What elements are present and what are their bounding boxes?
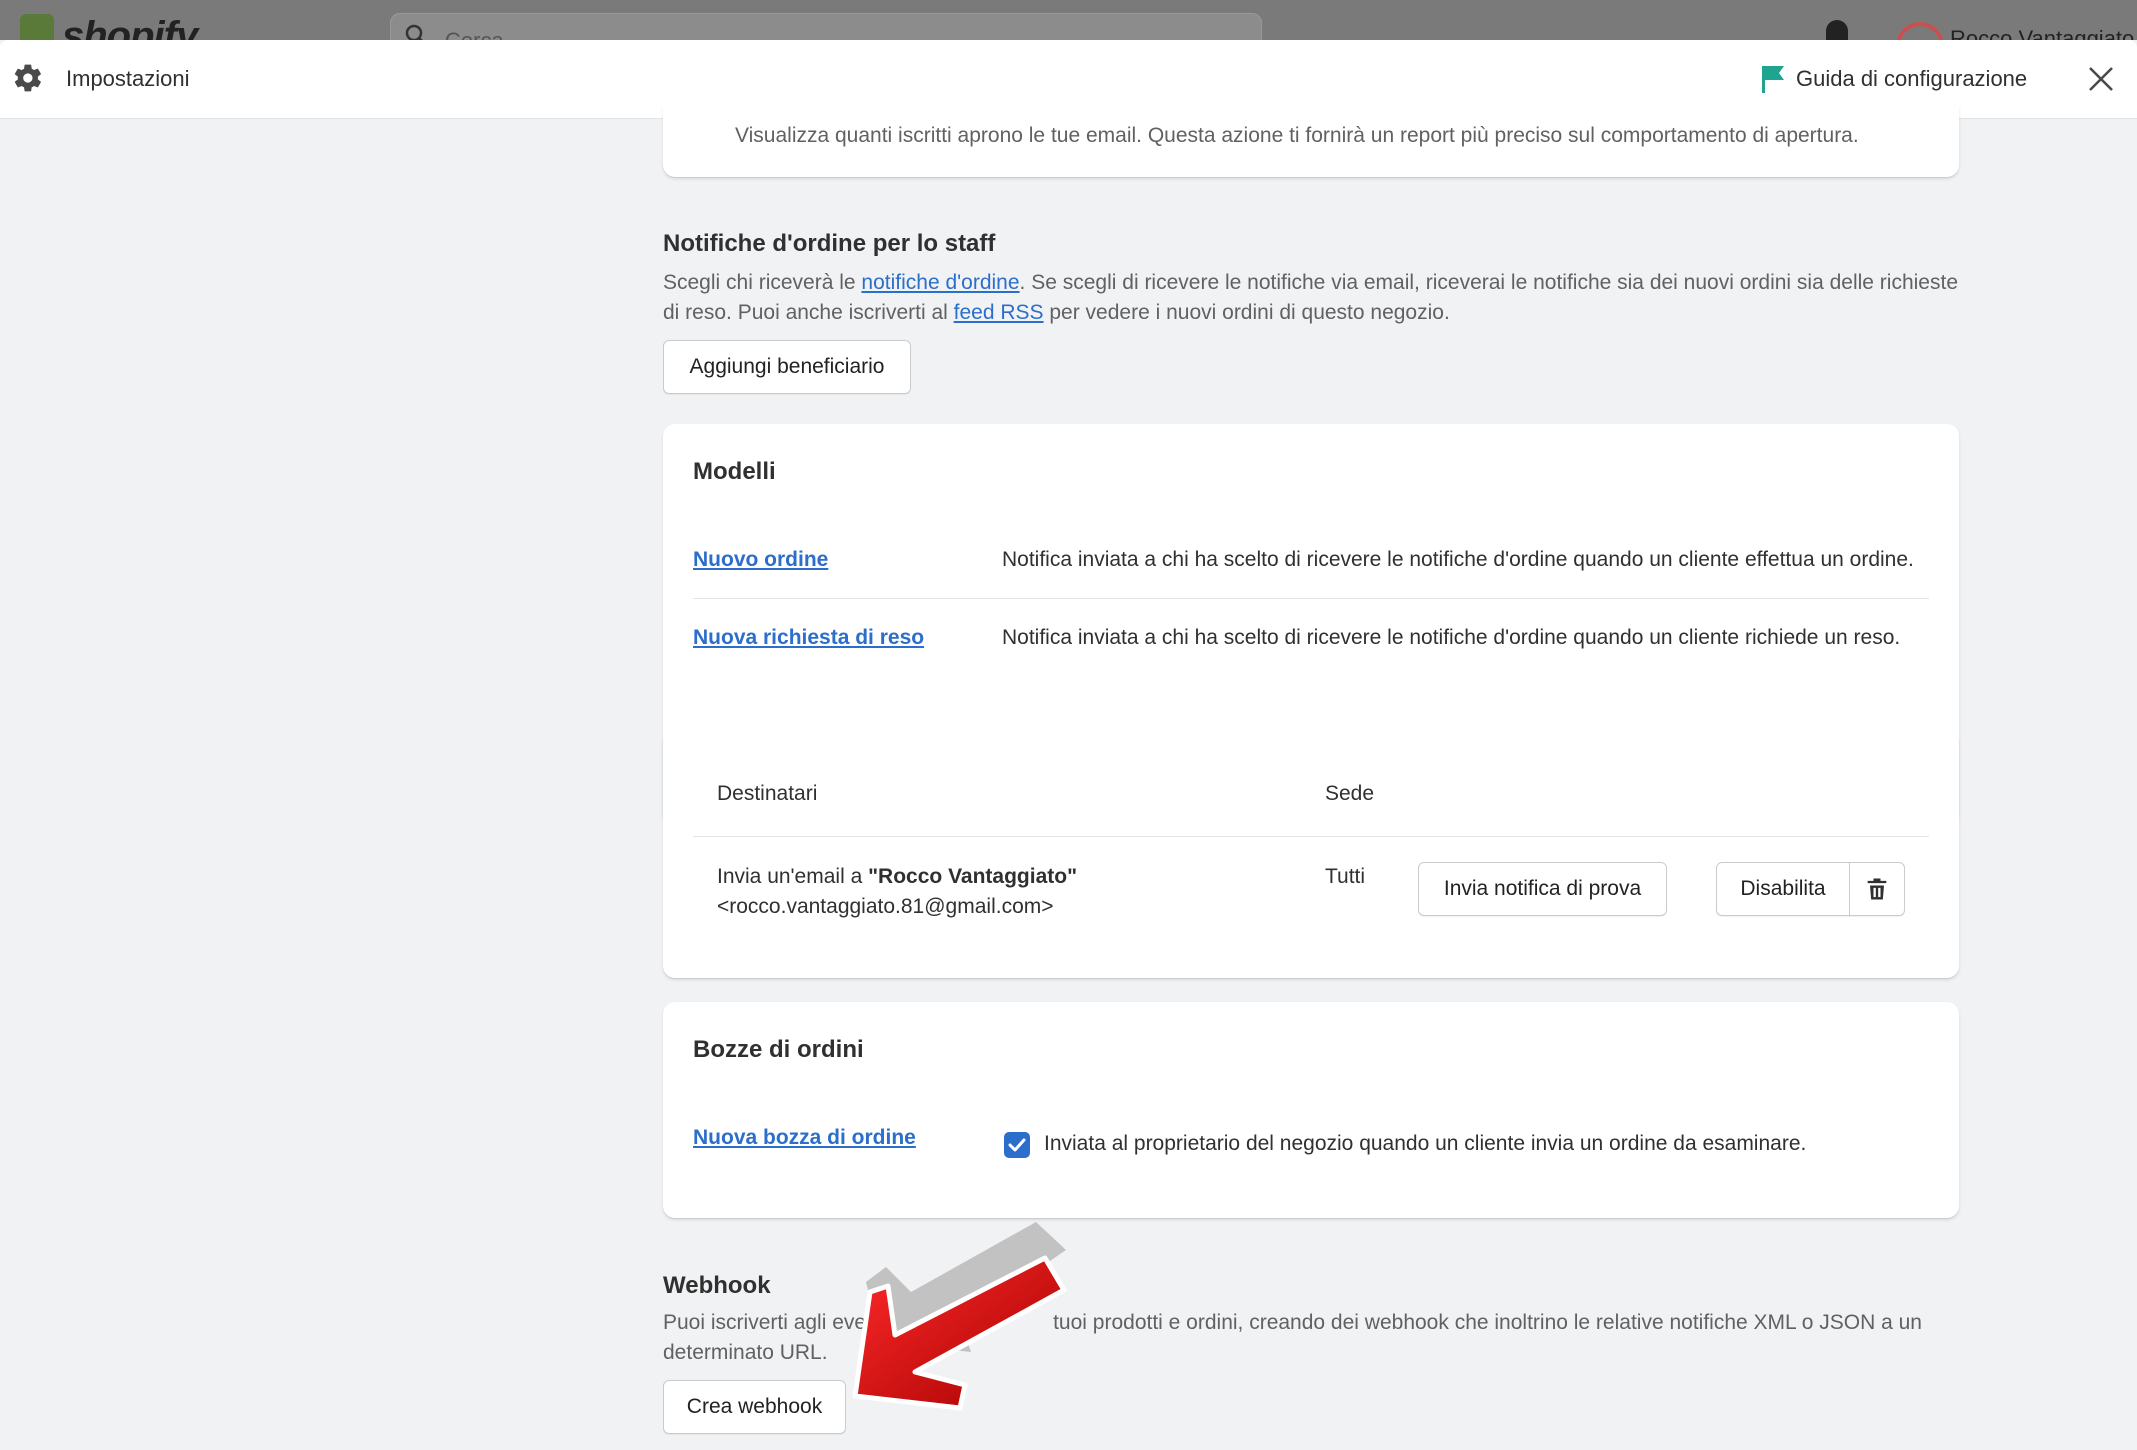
close-icon[interactable] [2086, 64, 2116, 94]
avatar [1896, 22, 1944, 40]
new-return-request-template-link[interactable]: Nuova richiesta di reso [693, 626, 924, 650]
disable-button[interactable]: Disabilita [1716, 862, 1850, 916]
send-test-notification-button[interactable]: Invia notifica di prova [1418, 862, 1667, 916]
divider [693, 836, 1929, 837]
delete-recipient-button[interactable] [1849, 862, 1905, 916]
add-recipient-button[interactable]: Aggiungi beneficiario [663, 340, 911, 394]
templates-title: Modelli [693, 458, 776, 485]
rss-feed-link[interactable]: feed RSS [954, 301, 1044, 324]
trash-icon [1867, 878, 1887, 900]
staff-notifications-title: Notifiche d'ordine per lo staff [663, 230, 996, 257]
recipient-email-cell: Invia un'email a "Rocco Vantaggiato" <roc… [717, 865, 1078, 918]
shopify-logo-text: shopify [62, 14, 198, 40]
create-webhook-button[interactable]: Crea webhook [663, 1380, 846, 1434]
location-column-header: Sede [1325, 782, 1375, 805]
open-tracking-card: Visualizza quanti iscritti aprono le tue… [663, 106, 1959, 177]
recipient-location-cell: Tutti [1325, 865, 1366, 888]
setup-guide-button[interactable]: Guida di configurazione [1760, 62, 2027, 96]
webhook-description: Puoi iscriverti agli eve tuoi prodotti e … [663, 1311, 1922, 1364]
draft-orders-title: Bozze di ordini [693, 1036, 864, 1063]
recipients-column-header: Destinatari [717, 782, 818, 805]
search-placeholder: Cerca [445, 28, 504, 40]
background-search-bar: Cerca [390, 13, 1262, 40]
shopify-logo-icon [20, 14, 54, 40]
staff-notifications-description: Scegli chi riceverà le notifiche d'ordin… [663, 271, 1958, 324]
order-notifications-link[interactable]: notifiche d'ordine [861, 271, 1019, 294]
open-tracking-text: Visualizza quanti iscritti aprono le tue… [735, 124, 1859, 147]
draft-order-notification-checkbox[interactable] [1004, 1132, 1030, 1158]
new-order-template-description: Notifica inviata a chi ha scelto di rice… [1002, 548, 1914, 571]
draft-order-checkbox-label: Inviata al proprietario del negozio quan… [1044, 1132, 1807, 1155]
divider [693, 598, 1929, 599]
draft-orders-card: Bozze di ordini Nuova bozza di ordine In… [663, 1002, 1959, 1218]
page-title: Impostazioni [66, 66, 190, 91]
webhook-title: Webhook [663, 1272, 771, 1299]
user-name: Rocco Vantaggiato [1950, 26, 2135, 40]
new-return-request-template-description: Notifica inviata a chi ha scelto di rice… [1002, 626, 1901, 649]
background-topbar: shopify Cerca Rocco Vantaggiato [0, 0, 2137, 40]
flag-icon [1762, 66, 1784, 93]
gear-icon [14, 64, 41, 92]
checkmark-icon [1008, 1138, 1026, 1152]
recipients-card: Destinatari Sede Invia un'email a "Rocco… [663, 732, 1959, 978]
setup-guide-label: Guida di configurazione [1796, 66, 2028, 91]
search-icon [405, 24, 423, 40]
new-draft-order-template-link[interactable]: Nuova bozza di ordine [693, 1126, 916, 1150]
new-order-template-link[interactable]: Nuovo ordine [693, 548, 828, 572]
bell-icon [1826, 20, 1848, 40]
